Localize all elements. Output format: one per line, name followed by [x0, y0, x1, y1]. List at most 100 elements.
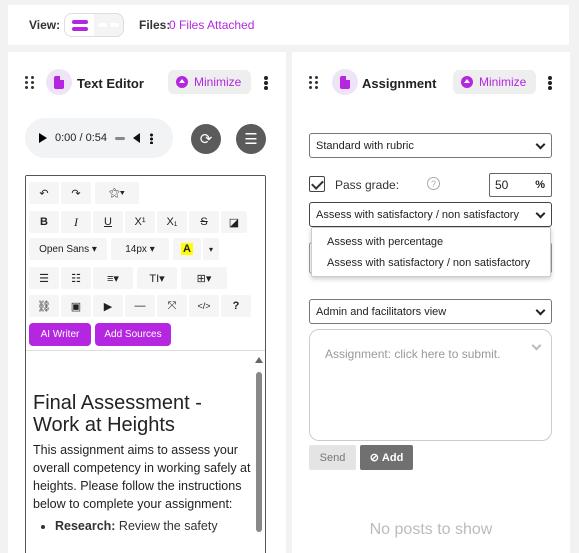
minimize-label: Minimize	[479, 75, 527, 89]
visibility-select-value: Admin and facilitators view	[316, 305, 447, 318]
pass-grade-checkbox[interactable]	[309, 176, 325, 192]
pass-grade-value: 50	[495, 178, 509, 192]
drag-handle-icon[interactable]	[309, 76, 319, 90]
scroll-up-icon[interactable]	[255, 357, 263, 363]
rubric-select-value: Standard with rubric	[316, 139, 414, 152]
horizontal-rule-button[interactable]: —	[125, 295, 155, 317]
add-label: Add	[381, 451, 404, 464]
content-heading: Final Assessment - Work at Heights	[33, 392, 202, 436]
assignment-panel: Assignment Minimize Standard with rubric…	[292, 52, 570, 553]
numbered-list-button[interactable]: ☷	[61, 267, 91, 289]
editor-toolbar: ↶ ↷ ⚝▾ B I U X¹ X₁ S ◪ Open Sans ▾ 14px …	[26, 176, 265, 351]
settings-button[interactable]: ☰	[236, 124, 266, 154]
chevron-down-icon	[535, 305, 546, 316]
image-button[interactable]: ▣	[61, 295, 91, 317]
play-icon[interactable]	[39, 133, 47, 143]
percent-unit: %	[535, 179, 545, 191]
eraser-button[interactable]: ◪	[221, 211, 247, 233]
list-item: Research: Review the safety	[55, 517, 253, 535]
help-icon[interactable]: ?	[427, 177, 440, 190]
scroll-thumb[interactable]	[256, 372, 262, 532]
dropdown-option-percentage[interactable]: Assess with percentage	[312, 231, 550, 252]
send-button[interactable]: Send	[309, 445, 356, 470]
progress-track[interactable]	[115, 136, 125, 140]
magic-wand-button[interactable]: ⚝▾	[95, 182, 139, 204]
font-color-button[interactable]: A	[173, 238, 201, 260]
font-color-icon: A	[181, 243, 193, 255]
visibility-select[interactable]: Admin and facilitators view	[309, 299, 552, 324]
fullscreen-button[interactable]: ⤧	[157, 295, 187, 317]
submission-textarea[interactable]: Assignment: click here to submit.	[309, 329, 552, 441]
minimize-button[interactable]: Minimize	[168, 70, 252, 94]
minimize-button[interactable]: Minimize	[453, 70, 537, 94]
video-button[interactable]: ▶	[93, 295, 123, 317]
font-color-caret[interactable]: ▾	[203, 238, 219, 260]
chevron-down-icon[interactable]	[531, 340, 542, 351]
table-button[interactable]: ⊞▾	[181, 267, 227, 289]
arrow-up-icon	[461, 76, 473, 88]
refresh-button[interactable]: ⟳	[191, 124, 221, 154]
chevron-down-icon	[535, 139, 546, 150]
files-attached-link[interactable]: 0 Files Attached	[169, 18, 254, 32]
panel-title: Text Editor	[77, 76, 144, 91]
editor-content[interactable]: Final Assessment - Work at Heights This …	[26, 352, 253, 553]
audio-more-icon[interactable]	[150, 132, 153, 144]
editor-scrollbar[interactable]	[253, 352, 265, 553]
document-icon	[46, 69, 72, 95]
link-button[interactable]: ⛓	[29, 295, 59, 317]
undo-button[interactable]: ↶	[29, 182, 59, 204]
textarea-placeholder: Assignment: click here to submit.	[325, 347, 501, 361]
bullet-bold: Research:	[55, 519, 116, 533]
redo-button[interactable]: ↷	[61, 182, 91, 204]
rubric-select[interactable]: Standard with rubric	[309, 133, 552, 158]
audio-time: 0:00 / 0:54	[55, 132, 107, 144]
bullet-text: Review the safety	[115, 519, 218, 533]
italic-button[interactable]: I	[61, 211, 91, 233]
bullet-list-button[interactable]: ☰	[29, 267, 59, 289]
content-list: Research: Review the safety	[33, 517, 253, 535]
view-label: View:	[29, 18, 61, 32]
underline-button[interactable]: U	[93, 211, 123, 233]
chevron-down-icon	[535, 208, 546, 219]
subscript-button[interactable]: X₁	[157, 211, 187, 233]
add-attachment-button[interactable]: ⊘ Add	[360, 445, 413, 470]
ai-writer-button[interactable]: AI Writer	[29, 323, 91, 346]
paperclip-icon: ⊘	[369, 452, 379, 464]
side-by-side-view-icon[interactable]	[94, 14, 123, 36]
more-options-icon[interactable]	[264, 76, 268, 90]
content-paragraph: This assignment aims to assess your over…	[33, 443, 251, 511]
assessment-type-value: Assess with satisfactory / non satisfact…	[316, 208, 519, 221]
assessment-type-dropdown[interactable]: Assess with percentage Assess with satis…	[311, 227, 551, 277]
split-view-icon[interactable]	[65, 14, 94, 36]
audio-player[interactable]: 0:00 / 0:54	[25, 118, 173, 158]
sliders-icon: ☰	[244, 131, 258, 148]
strikethrough-button[interactable]: S	[189, 211, 219, 233]
text-editor-panel: Text Editor Minimize 0:00 / 0:54 ⟳ ☰ ↶ ↷…	[8, 52, 286, 553]
font-size-select[interactable]: 14px ▾	[111, 238, 169, 260]
bold-button[interactable]: B	[29, 211, 59, 233]
add-sources-button[interactable]: Add Sources	[95, 323, 171, 346]
drag-handle-icon[interactable]	[25, 76, 35, 90]
code-view-button[interactable]: </>	[189, 295, 219, 317]
font-family-select[interactable]: Open Sans ▾	[29, 238, 107, 260]
files-label: Files:	[139, 18, 171, 32]
pass-grade-row: Pass grade: ? 50 %	[309, 173, 552, 197]
arrow-up-icon	[176, 76, 188, 88]
refresh-icon: ⟳	[199, 131, 213, 148]
help-button[interactable]: ?	[221, 295, 251, 317]
rich-text-editor[interactable]: ↶ ↷ ⚝▾ B I U X¹ X₁ S ◪ Open Sans ▾ 14px …	[25, 175, 266, 553]
assessment-type-select[interactable]: Assess with satisfactory / non satisfact…	[309, 202, 552, 227]
superscript-button[interactable]: X¹	[125, 211, 155, 233]
minimize-label: Minimize	[194, 75, 242, 89]
panel-title: Assignment	[362, 76, 437, 91]
text-height-button[interactable]: TI▾	[137, 267, 177, 289]
volume-icon[interactable]	[133, 133, 140, 143]
more-options-icon[interactable]	[548, 76, 552, 90]
pass-grade-label: Pass grade:	[335, 178, 400, 192]
align-button[interactable]: ≡▾	[93, 267, 133, 289]
dropdown-option-satisfactory[interactable]: Assess with satisfactory / non satisfact…	[312, 252, 550, 273]
assignment-icon	[332, 69, 358, 95]
no-posts-message: No posts to show	[369, 521, 493, 538]
view-toggle[interactable]	[64, 13, 124, 37]
pass-grade-input[interactable]: 50 %	[489, 173, 552, 197]
